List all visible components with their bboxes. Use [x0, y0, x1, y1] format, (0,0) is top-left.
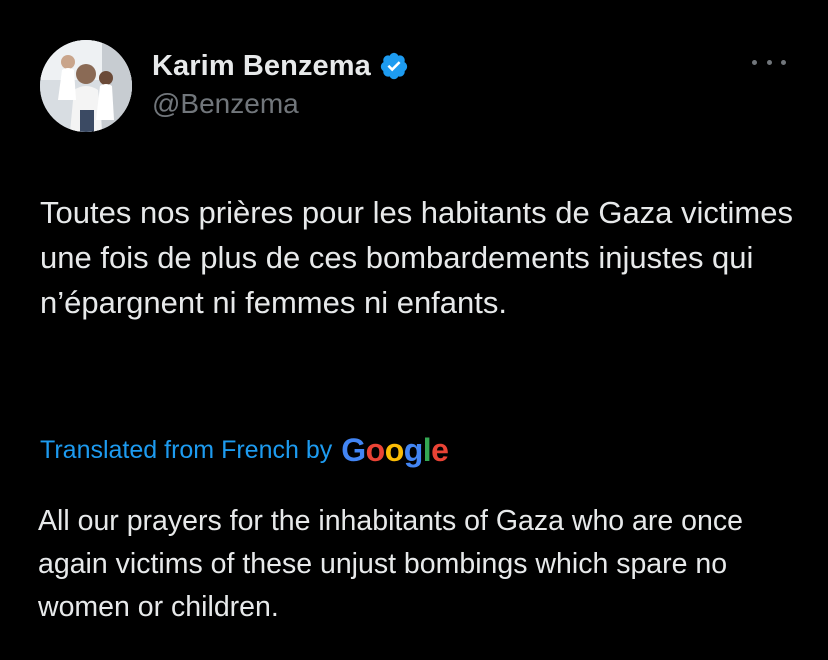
- more-dot: [766, 59, 772, 65]
- google-logo: Google: [341, 431, 449, 468]
- tweet-text: Toutes nos prières pour les habitants de…: [40, 195, 793, 320]
- more-options-icon[interactable]: [752, 52, 786, 72]
- more-dot: [752, 59, 757, 65]
- author-display-name[interactable]: Karim Benzema: [152, 50, 371, 83]
- tweet-card: Karim Benzema @Benzema Toutes nos prière…: [0, 0, 828, 660]
- author-name-row[interactable]: Karim Benzema: [152, 46, 409, 86]
- author-handle[interactable]: @Benzema: [152, 88, 299, 120]
- translated-tweet-text: All our prayers for the inhabitants of G…: [38, 505, 743, 623]
- avatar-photo: [40, 40, 132, 132]
- verified-badge-icon[interactable]: [379, 51, 409, 81]
- more-dot: [781, 59, 786, 65]
- translation-attribution[interactable]: Translated from French by Google: [40, 430, 449, 470]
- profile-avatar[interactable]: [40, 40, 132, 132]
- translated-from-label[interactable]: Translated from French by: [40, 436, 332, 465]
